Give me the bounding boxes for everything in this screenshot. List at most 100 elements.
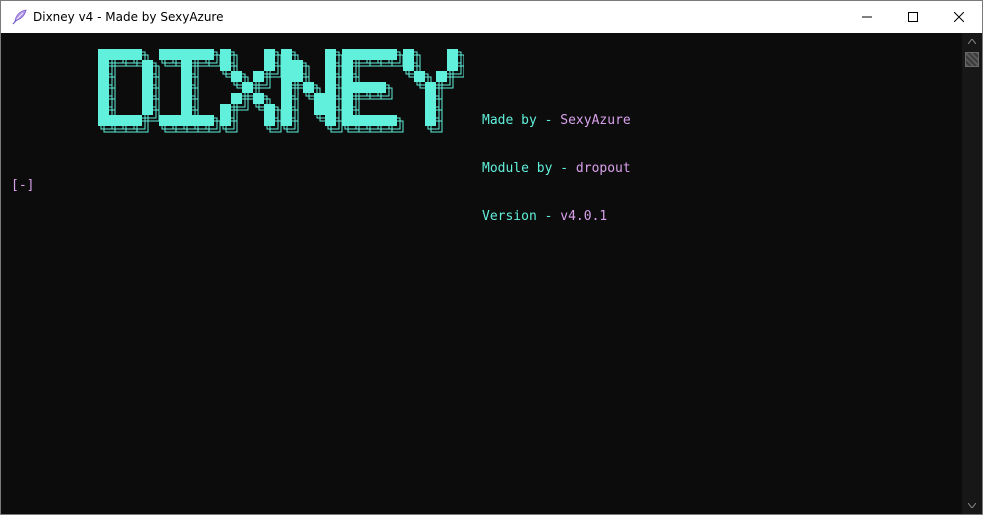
chevron-down-icon bbox=[968, 503, 976, 508]
banner-pixel bbox=[281, 71, 292, 82]
console-window: Dixney v4 - Made by SexyAzure Made by - … bbox=[0, 0, 983, 515]
banner-pixel bbox=[131, 115, 142, 126]
console-prompt: [-] bbox=[11, 178, 35, 193]
console-output[interactable]: Made by - SexyAzure Module by - dropout … bbox=[1, 33, 962, 514]
scrollbar-thumb[interactable] bbox=[965, 52, 979, 67]
maximize-icon bbox=[908, 12, 918, 22]
banner-pixel bbox=[142, 82, 153, 93]
banner-pixel bbox=[109, 49, 120, 60]
banner-pixel bbox=[325, 82, 336, 93]
info-block: Made by - SexyAzure Module by - dropout … bbox=[482, 81, 631, 257]
banner-pixel bbox=[142, 60, 153, 71]
made-by-line: Made by - SexyAzure bbox=[482, 113, 631, 129]
banner-pixel bbox=[342, 60, 353, 71]
scroll-up-button[interactable] bbox=[962, 33, 982, 50]
banner-pixel bbox=[325, 60, 336, 71]
banner-pixel bbox=[353, 82, 364, 93]
title-bar[interactable]: Dixney v4 - Made by SexyAzure bbox=[1, 1, 982, 33]
banner-pixel bbox=[220, 115, 231, 126]
banner-pixel bbox=[98, 104, 109, 115]
banner-pixel bbox=[220, 49, 231, 60]
banner-pixel bbox=[281, 49, 292, 60]
version-label: Version - bbox=[482, 209, 561, 224]
banner-pixel bbox=[342, 115, 353, 126]
banner-pixel bbox=[109, 115, 120, 126]
banner-pixel bbox=[170, 49, 181, 60]
banner-pixel bbox=[353, 49, 364, 60]
banner-pixel bbox=[98, 93, 109, 104]
feather-icon bbox=[11, 9, 27, 25]
banner-pixel bbox=[414, 71, 425, 82]
banner-letter-layer bbox=[281, 49, 336, 126]
vertical-scrollbar[interactable] bbox=[962, 33, 982, 514]
banner-pixel bbox=[325, 104, 336, 115]
banner-pixel bbox=[425, 104, 436, 115]
banner-pixel bbox=[98, 71, 109, 82]
banner-pixel bbox=[425, 93, 436, 104]
banner-pixel bbox=[364, 115, 375, 126]
banner-pixel bbox=[386, 49, 397, 60]
banner-pixel bbox=[342, 71, 353, 82]
banner-pixel bbox=[170, 115, 181, 126]
made-by-label: Made by - bbox=[482, 113, 561, 128]
module-by-value: dropout bbox=[575, 161, 631, 176]
dixney-banner-logo bbox=[98, 49, 464, 133]
banner-pixel bbox=[181, 60, 192, 71]
banner-pixel bbox=[203, 115, 214, 126]
banner-pixel bbox=[386, 115, 397, 126]
banner-pixel bbox=[159, 115, 170, 126]
banner-pixel bbox=[181, 115, 192, 126]
banner-pixel bbox=[264, 60, 275, 71]
banner-pixel bbox=[342, 104, 353, 115]
banner-pixel bbox=[98, 82, 109, 93]
banner-pixel bbox=[303, 82, 314, 93]
banner-pixel bbox=[281, 115, 292, 126]
banner-pixel bbox=[253, 93, 264, 104]
banner-pixel bbox=[142, 93, 153, 104]
window-title: Dixney v4 - Made by SexyAzure bbox=[33, 10, 224, 24]
banner-pixel bbox=[231, 93, 242, 104]
banner-pixel bbox=[314, 104, 325, 115]
banner-pixel bbox=[375, 49, 386, 60]
made-by-value: SexyAzure bbox=[560, 113, 631, 128]
banner-pixel bbox=[120, 49, 131, 60]
banner-pixel bbox=[342, 49, 353, 60]
banner-pixel bbox=[220, 60, 231, 71]
module-by-line: Module by - dropout bbox=[482, 161, 631, 177]
banner-pixel bbox=[203, 49, 214, 60]
banner-pixel bbox=[131, 49, 142, 60]
banner-pixel bbox=[281, 82, 292, 93]
banner-pixel bbox=[281, 60, 292, 71]
banner-pixel bbox=[142, 71, 153, 82]
banner-pixel bbox=[425, 82, 436, 93]
minimize-icon bbox=[862, 16, 872, 18]
banner-pixel bbox=[325, 93, 336, 104]
banner-pixel bbox=[281, 93, 292, 104]
close-icon bbox=[954, 12, 964, 22]
banner-pixel bbox=[98, 60, 109, 71]
banner-pixel bbox=[220, 104, 231, 115]
banner-pixel bbox=[242, 82, 253, 93]
banner-pixel bbox=[264, 115, 275, 126]
banner-pixel bbox=[181, 71, 192, 82]
banner-pixel bbox=[342, 93, 353, 104]
banner-pixel bbox=[192, 115, 203, 126]
banner-pixel bbox=[353, 115, 364, 126]
banner-pixel bbox=[159, 49, 170, 60]
banner-pixel bbox=[264, 49, 275, 60]
banner-pixel bbox=[281, 104, 292, 115]
banner-pixel bbox=[436, 71, 447, 82]
close-button[interactable] bbox=[936, 1, 982, 33]
banner-pixel bbox=[425, 115, 436, 126]
banner-pixel bbox=[192, 49, 203, 60]
banner-pixel bbox=[375, 82, 386, 93]
banner-pixel bbox=[403, 60, 414, 71]
banner-pixel bbox=[314, 93, 325, 104]
banner-pixel bbox=[364, 82, 375, 93]
version-value: v4.0.1 bbox=[560, 209, 608, 224]
banner-pixel bbox=[292, 71, 303, 82]
scroll-down-button[interactable] bbox=[962, 497, 982, 514]
banner-pixel bbox=[325, 71, 336, 82]
minimize-button[interactable] bbox=[844, 1, 890, 33]
maximize-button[interactable] bbox=[890, 1, 936, 33]
